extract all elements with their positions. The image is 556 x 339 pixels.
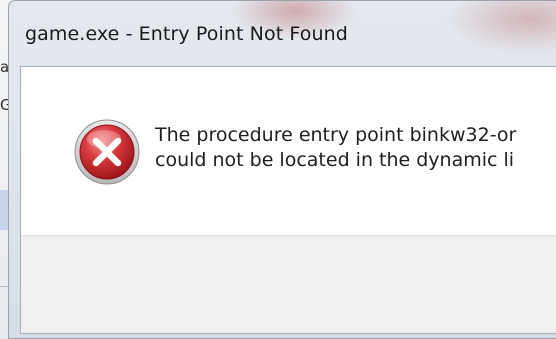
dialog-titlebar[interactable]: game.exe - Entry Point Not Found [9, 1, 556, 63]
background-text-fragment: G [0, 96, 8, 114]
error-dialog: game.exe - Entry Point Not Found The pro… [8, 0, 556, 339]
background-divider [0, 286, 8, 287]
background-selection-highlight [0, 190, 8, 230]
dialog-title: game.exe - Entry Point Not Found [25, 23, 348, 45]
dialog-client-area: The procedure entry point binkw32-or cou… [20, 66, 556, 334]
error-message-line-2: could not be located in the dynamic li [155, 149, 515, 171]
dialog-message-panel: The procedure entry point binkw32-or cou… [21, 67, 556, 235]
error-message: The procedure entry point binkw32-or cou… [155, 123, 516, 173]
background-text-fragment: a [0, 58, 8, 76]
error-icon [74, 119, 140, 185]
dialog-button-area [21, 235, 556, 333]
error-message-line-1: The procedure entry point binkw32-or [155, 124, 517, 146]
